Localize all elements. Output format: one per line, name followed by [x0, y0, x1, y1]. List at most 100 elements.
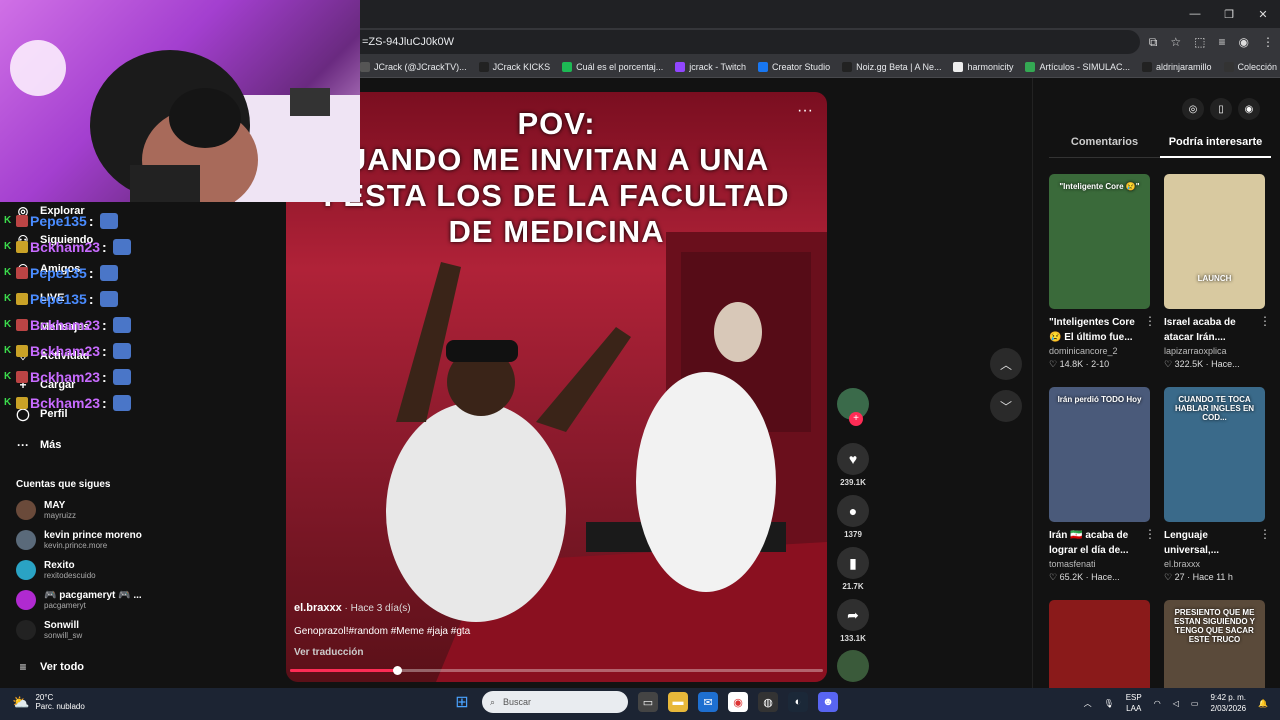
- video-thumbnail[interactable]: CUANDO TE TOCA HABLAR INGLES EN COD...: [1164, 387, 1265, 522]
- microphone-icon[interactable]: 🎙: [1104, 699, 1114, 708]
- video-author[interactable]: el.braxxx: [1164, 559, 1265, 569]
- heart-icon[interactable]: ♥: [837, 443, 869, 475]
- steam-icon[interactable]: ◐: [788, 692, 808, 712]
- video-title[interactable]: Israel acaba de atacar Irán....: [1164, 315, 1265, 345]
- video-author[interactable]: el.braxxx: [294, 602, 342, 614]
- emote-icon: [99, 265, 118, 281]
- battery-icon[interactable]: ▭: [1191, 699, 1199, 708]
- video-author[interactable]: lapizarraoxplica: [1164, 346, 1265, 356]
- address-bar[interactable]: =ZS-94JluCJ0k0W: [340, 30, 1140, 54]
- discord-icon[interactable]: ☻: [818, 692, 838, 712]
- obs-icon[interactable]: ◍: [758, 692, 778, 712]
- video-player[interactable]: POV: UANDO ME INVITAN A UNA FESTA LOS DE L…: [286, 92, 827, 682]
- video-thumbnail[interactable]: Irán perdió TODO Hoy: [1049, 387, 1150, 522]
- recommended-video[interactable]: LAUNCH Israel acaba de atacar Irán.... lap…: [1164, 174, 1271, 370]
- chrome-icon[interactable]: ◉: [728, 692, 748, 712]
- avatar: [16, 560, 36, 580]
- bookmark-item[interactable]: aldrinjaramillo: [1142, 61, 1212, 72]
- see-all-link[interactable]: ≡ Ver todo: [16, 660, 84, 674]
- outlook-icon[interactable]: ✉: [698, 692, 718, 712]
- bookmark-item[interactable]: JCrack KICKS: [478, 61, 550, 72]
- bookmark-item[interactable]: JCrack (@JCrackTV)...: [360, 61, 467, 72]
- menu-icon[interactable]: ⋮: [1262, 35, 1274, 49]
- progress-handle[interactable]: [392, 666, 402, 675]
- followed-account[interactable]: Sonwill sonwill_sw: [16, 620, 82, 640]
- video-title[interactable]: Irán 🇮🇷 acaba de lograr el día de...: [1049, 528, 1150, 558]
- sidebar-item-more[interactable]: ··· Más: [16, 438, 61, 452]
- video-progress[interactable]: [290, 666, 823, 675]
- video-thumbnail[interactable]: "Inteligente Core 😢": [1049, 174, 1150, 309]
- minimize-icon[interactable]: —: [1178, 0, 1212, 28]
- prev-video-button[interactable]: ︿: [990, 348, 1022, 380]
- volume-icon[interactable]: ◁: [1173, 699, 1179, 708]
- task-view-icon[interactable]: ▭: [638, 692, 658, 712]
- translate-link[interactable]: Ver traducción: [294, 647, 470, 658]
- avatar: [16, 500, 36, 520]
- follow-plus-icon[interactable]: +: [849, 412, 863, 426]
- bookmark-item[interactable]: jcrack - Twitch: [675, 61, 746, 72]
- comment-action[interactable]: ● 1379: [835, 495, 871, 539]
- video-title[interactable]: Lenguaje universal,...: [1164, 528, 1265, 558]
- bookmark-item[interactable]: Colección de M_blei...: [1223, 61, 1280, 72]
- cast-icon[interactable]: ⧉: [1149, 35, 1158, 50]
- close-icon[interactable]: ✕: [1246, 0, 1280, 28]
- bookmark-item[interactable]: Creator Studio: [758, 61, 830, 72]
- share-icon[interactable]: ➦: [837, 599, 869, 631]
- profile-icon[interactable]: ◉: [1239, 35, 1249, 49]
- star-icon[interactable]: ☆: [1170, 35, 1181, 49]
- list-icon: ≡: [19, 660, 27, 674]
- wifi-icon[interactable]: ◠: [1154, 699, 1161, 708]
- recommended-video[interactable]: CUANDO TE TOCA HABLAR INGLES EN COD... Le…: [1164, 387, 1271, 583]
- next-video-button[interactable]: ﹀: [990, 390, 1022, 422]
- user-avatar-icon[interactable]: ◉: [1238, 98, 1260, 120]
- video-thumbnail[interactable]: LAUNCH: [1164, 174, 1265, 309]
- share-action[interactable]: ➦ 133.1K: [835, 599, 871, 643]
- account-handle: rexitodescuido: [44, 571, 96, 580]
- bookmark-item[interactable]: harmonicity: [953, 61, 1013, 72]
- taskbar-search[interactable]: ⌕ Buscar: [482, 691, 628, 713]
- bookmark-item[interactable]: Cuál es el porcentaj...: [562, 61, 663, 72]
- windows-start-icon[interactable]: ⊞: [452, 692, 472, 712]
- more-options-icon[interactable]: ⋮: [1144, 314, 1156, 328]
- more-options-icon[interactable]: ⋮: [1144, 527, 1156, 541]
- chat-username: Pepe135: [30, 265, 87, 281]
- save-action[interactable]: ▮ 21.7K: [835, 547, 871, 591]
- recommended-video[interactable]: "Inteligente Core 😢" "Inteligentes Core 😢…: [1049, 174, 1156, 370]
- extensions-icon[interactable]: ⬚: [1194, 35, 1205, 49]
- language-indicator[interactable]: ESP LAA: [1126, 692, 1142, 714]
- followed-account[interactable]: Rexito rexitodescuido: [16, 560, 96, 580]
- media-icon[interactable]: ≡: [1219, 35, 1226, 49]
- video-caption: POV: UANDO ME INVITAN A UNA FESTA LOS DE L…: [286, 106, 827, 250]
- followed-account[interactable]: 🎮 pacgameryt 🎮 ... pacgameryt: [16, 590, 142, 610]
- music-disc[interactable]: [837, 650, 869, 682]
- more-options-icon[interactable]: ⋮: [1259, 314, 1271, 328]
- like-action[interactable]: ♥ 239.1K: [835, 443, 871, 487]
- more-options-icon[interactable]: ⋮: [1259, 527, 1271, 541]
- clock[interactable]: 9:42 p. m. 2/03/2026: [1210, 692, 1246, 714]
- video-author[interactable]: dominicancore_2: [1049, 346, 1150, 356]
- bookmark-item[interactable]: Noiz.gg Beta | A Ne...: [842, 61, 941, 72]
- weather-widget[interactable]: ⛅ 20°C Parc. nublado: [12, 693, 85, 711]
- file-explorer-icon[interactable]: ▬: [668, 692, 688, 712]
- video-author[interactable]: tomasfenati: [1049, 559, 1150, 569]
- cap: [169, 88, 241, 148]
- chat-message: K Bckham23:: [4, 338, 164, 364]
- chevron-up-icon[interactable]: ︿: [1084, 698, 1092, 709]
- tab-comments[interactable]: Comentarios: [1049, 136, 1160, 158]
- video-title[interactable]: "Inteligentes Core 😢 El último fue...: [1049, 315, 1150, 345]
- bookmark-icon[interactable]: ▮: [837, 547, 869, 579]
- bookmark-item[interactable]: Artículos - SIMULAC...: [1025, 61, 1130, 72]
- followed-account[interactable]: kevin prince moreno kevin.prince.more: [16, 530, 142, 550]
- video-more-icon[interactable]: ···: [797, 102, 813, 120]
- phone-icon[interactable]: ▯: [1210, 98, 1232, 120]
- restore-icon[interactable]: ❐: [1212, 0, 1246, 28]
- tab-recommended[interactable]: Podría interesarte: [1160, 136, 1271, 158]
- compass-icon[interactable]: ◎: [1182, 98, 1204, 120]
- notifications-icon[interactable]: 🔔: [1258, 699, 1268, 708]
- followed-account[interactable]: MAY mayruizz: [16, 500, 76, 520]
- weather-desc: Parc. nublado: [35, 702, 85, 711]
- recommended-video[interactable]: Irán perdió TODO Hoy Irán 🇮🇷 acaba de log…: [1049, 387, 1156, 583]
- comment-icon[interactable]: ●: [837, 495, 869, 527]
- creator-avatar[interactable]: +: [837, 388, 869, 426]
- chat-separator: :: [102, 395, 107, 411]
